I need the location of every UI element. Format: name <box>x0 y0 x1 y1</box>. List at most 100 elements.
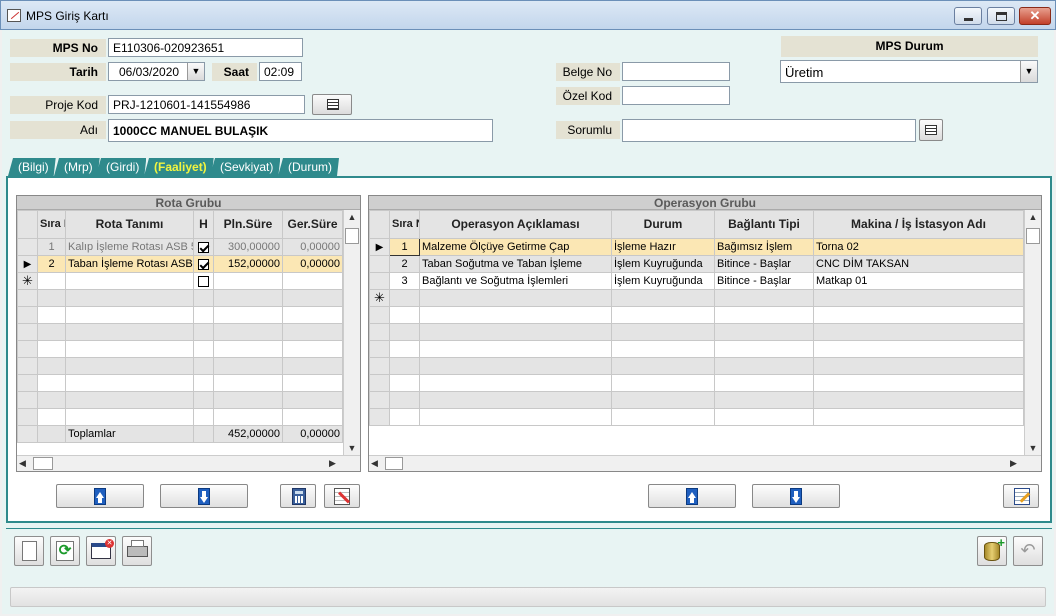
refresh-icon: ⟳ <box>56 541 74 561</box>
mps-durum-value: Üretim <box>785 65 824 80</box>
tarih-value: 06/03/2020 <box>119 65 180 79</box>
close-window-button[interactable]: ✕ <box>86 536 116 566</box>
new-row-icon: ✳ <box>17 272 38 290</box>
checkbox[interactable] <box>198 258 209 270</box>
col-sira-no[interactable]: Sıra No <box>37 210 66 239</box>
rota-vertical-scrollbar[interactable]: ▲ ▼ <box>343 210 360 455</box>
new-row[interactable]: ✳ <box>17 272 343 290</box>
col-rota-tanimi[interactable]: Rota Tanımı <box>65 210 194 239</box>
rota-header-row: Sıra No Rota Tanımı H Pln.Süre Ger.Süre <box>17 210 343 239</box>
rota-move-down-button[interactable] <box>160 484 248 508</box>
refresh-button[interactable]: ⟳ <box>50 536 80 566</box>
operasyon-move-down-button[interactable] <box>752 484 840 508</box>
new-row[interactable]: ✳ <box>369 289 1024 307</box>
table-row[interactable]: 1 Kalıp İşleme Rotası ASB 5 300,00000 0,… <box>17 238 343 256</box>
mps-no-label: MPS No <box>10 39 106 57</box>
adi-field[interactable]: 1000CC MANUEL BULAŞIK <box>108 119 493 142</box>
new-document-icon <box>22 541 37 561</box>
col-ger-sure[interactable]: Ger.Süre <box>282 210 343 239</box>
proje-kod-field[interactable]: PRJ-1210601-141554986 <box>108 95 305 114</box>
tab-girdi[interactable]: (Girdi) <box>96 158 146 176</box>
chevron-down-icon[interactable]: ▼ <box>344 441 360 455</box>
mps-durum-select[interactable]: Üretim ▼ <box>780 60 1038 83</box>
calculator-button[interactable] <box>280 484 316 508</box>
col-makina[interactable]: Makina / İş İstasyon Adı <box>813 210 1024 239</box>
edit-icon <box>334 488 351 505</box>
chevron-up-icon[interactable]: ▲ <box>1025 210 1041 224</box>
checkbox[interactable] <box>198 241 209 253</box>
rota-horizontal-scrollbar[interactable]: ◀ ▶ <box>17 455 360 471</box>
table-row[interactable]: ▶ 2 Taban İşleme Rotası ASB 152,00000 0,… <box>17 255 343 273</box>
tarih-field[interactable]: 06/03/2020 ▼ <box>108 62 205 81</box>
sorumlu-label: Sorumlu <box>556 121 620 139</box>
operasyon-grid: Operasyon Grubu Sıra No Operasyon Açıkla… <box>368 195 1042 472</box>
close-button[interactable]: ✕ <box>1019 7 1051 25</box>
operasyon-move-up-button[interactable] <box>648 484 736 508</box>
table-row[interactable]: 2 Taban Soğutma ve Taban İşleme İşlem Ku… <box>369 255 1024 273</box>
table-row[interactable]: 3 Bağlantı ve Soğutma İşlemleri İşlem Ku… <box>369 272 1024 290</box>
undo-icon: ↶ <box>1020 540 1036 560</box>
sorumlu-field[interactable] <box>622 119 916 142</box>
ozel-kod-field[interactable] <box>622 86 730 105</box>
close-icon: ✕ <box>1029 8 1041 23</box>
chevron-down-icon[interactable]: ▼ <box>1020 61 1037 82</box>
chevron-down-icon[interactable]: ▼ <box>187 63 204 80</box>
mps-no-field[interactable]: E110306-020923651 <box>108 38 303 57</box>
col-durum[interactable]: Durum <box>611 210 715 239</box>
current-row-icon: ▶ <box>17 255 38 273</box>
arrow-up-icon <box>686 488 698 505</box>
window-title: MPS Giriş Kartı <box>26 9 109 23</box>
operasyon-vertical-scrollbar[interactable]: ▲ ▼ <box>1024 210 1041 455</box>
minimize-button[interactable] <box>954 7 982 25</box>
save-button[interactable]: + <box>977 536 1007 566</box>
sorumlu-lookup-button[interactable] <box>919 119 943 141</box>
chevron-left-icon[interactable]: ◀ <box>371 456 378 470</box>
tab-bilgi[interactable]: (Bilgi) <box>8 158 56 176</box>
totals-label: Toplamlar <box>65 425 194 443</box>
print-button[interactable] <box>122 536 152 566</box>
scroll-thumb[interactable] <box>385 457 403 470</box>
adi-label: Adı <box>10 121 106 139</box>
col-baglanti-tipi[interactable]: Bağlantı Tipi <box>714 210 814 239</box>
chevron-right-icon[interactable]: ▶ <box>1010 456 1017 470</box>
chevron-down-icon[interactable]: ▼ <box>1025 441 1041 455</box>
col-sira-no[interactable]: Sıra No <box>389 210 420 239</box>
edit-row-button[interactable] <box>324 484 360 508</box>
operasyon-edit-button[interactable] <box>1003 484 1039 508</box>
separator <box>6 528 1052 529</box>
undo-button[interactable]: ↶ <box>1013 536 1043 566</box>
operasyon-grid-title: Operasyon Grubu <box>369 196 1041 210</box>
ozel-kod-label: Özel Kod <box>556 87 620 105</box>
col-pln-sure[interactable]: Pln.Süre <box>213 210 283 239</box>
rota-grid-title: Rota Grubu <box>17 196 360 210</box>
saat-label: Saat <box>212 63 257 81</box>
scroll-thumb[interactable] <box>33 457 53 470</box>
chevron-left-icon[interactable]: ◀ <box>19 456 26 470</box>
rota-move-up-button[interactable] <box>56 484 144 508</box>
arrow-up-icon <box>94 488 106 505</box>
arrow-down-icon <box>198 488 210 505</box>
operasyon-horizontal-scrollbar[interactable]: ◀ ▶ <box>369 455 1041 471</box>
scroll-thumb[interactable] <box>345 228 359 244</box>
maximize-button[interactable] <box>987 7 1015 25</box>
mps-durum-label: MPS Durum <box>781 36 1038 57</box>
tab-sevkiyat[interactable]: (Sevkiyat) <box>210 158 280 176</box>
proje-lookup-button[interactable] <box>312 94 352 115</box>
operasyon-header-row: Sıra No Operasyon Açıklaması Durum Bağla… <box>369 210 1024 239</box>
col-h[interactable]: H <box>193 210 214 239</box>
table-row[interactable]: ▶ 1 Malzeme Ölçüye Getirme Çap İşleme Ha… <box>369 238 1024 256</box>
new-document-button[interactable] <box>14 536 44 566</box>
chevron-right-icon[interactable]: ▶ <box>329 456 336 470</box>
tab-faaliyet[interactable]: (Faaliyet) <box>144 158 214 176</box>
status-bar <box>10 587 1046 607</box>
saat-field[interactable]: 02:09 <box>259 62 302 81</box>
tab-durum[interactable]: (Durum) <box>278 158 339 176</box>
belge-no-field[interactable] <box>622 62 730 81</box>
total-pln-sure: 452,00000 <box>213 425 283 443</box>
scroll-thumb[interactable] <box>1026 228 1040 244</box>
col-operasyon-aciklamasi[interactable]: Operasyon Açıklaması <box>419 210 612 239</box>
tab-mrp[interactable]: (Mrp) <box>54 158 100 176</box>
chevron-up-icon[interactable]: ▲ <box>344 210 360 224</box>
belge-no-label: Belge No <box>556 63 620 81</box>
checkbox[interactable] <box>198 275 209 287</box>
